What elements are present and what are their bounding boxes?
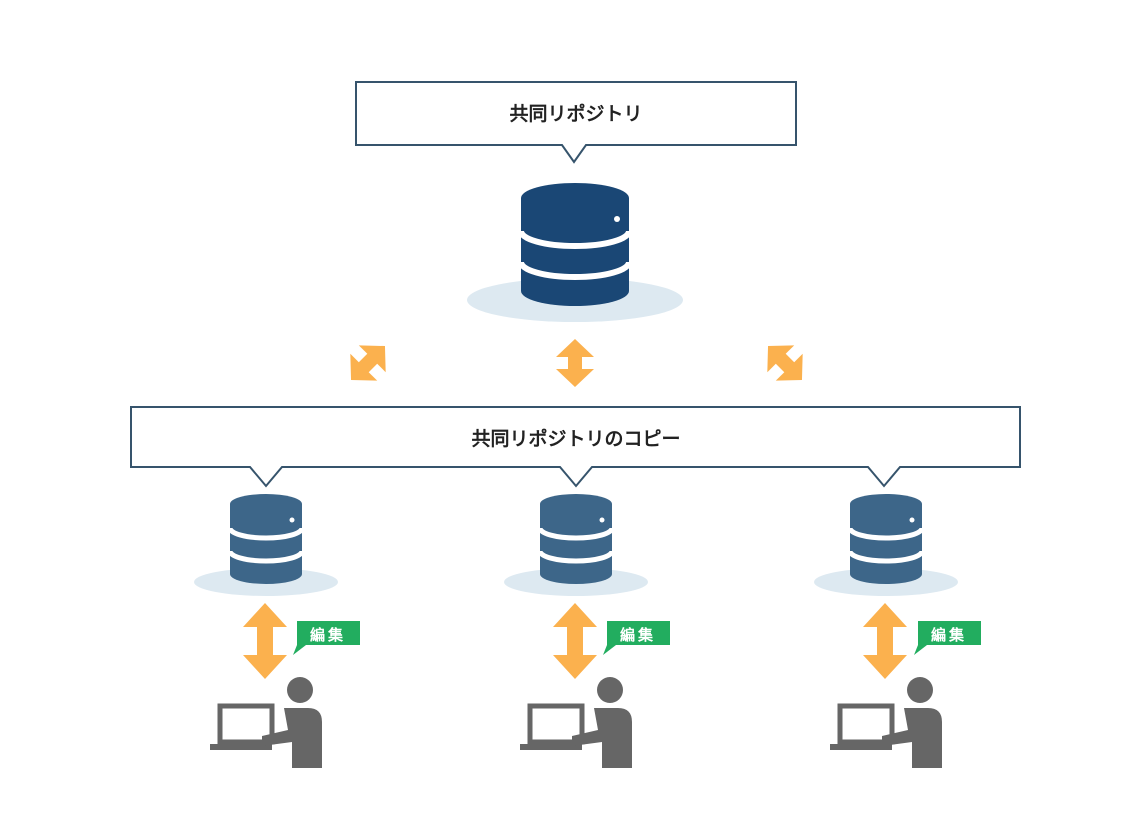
- copy-database-icon: [814, 494, 958, 596]
- svg-text:編集: 編集: [620, 626, 656, 644]
- copy-repository-callout: 共同リポジトリのコピー: [130, 406, 1021, 488]
- main-database-icon: [467, 183, 683, 322]
- user-at-computer-icon: [210, 677, 322, 768]
- edit-arrow-icon: [553, 603, 597, 679]
- copy-repository-label: 共同リポジトリのコピー: [471, 427, 680, 450]
- main-repository-callout: 共同リポジトリ: [355, 81, 797, 164]
- sync-arrow-left-icon: [337, 332, 399, 394]
- user-at-computer-icon: [520, 677, 632, 768]
- copy-database-icon: [194, 494, 338, 596]
- edit-arrow-icon: [243, 603, 287, 679]
- edit-tag: 編集: [603, 621, 670, 655]
- sync-arrow-right-icon: [754, 332, 816, 394]
- edit-arrow-icon: [863, 603, 907, 679]
- copy-database-icon: [504, 494, 648, 596]
- svg-text:編集: 編集: [931, 626, 967, 644]
- main-repository-label: 共同リポジトリ: [509, 102, 642, 125]
- svg-text:編集: 編集: [310, 626, 346, 644]
- edit-tag: 編集: [914, 621, 981, 655]
- edit-tag: 編集: [293, 621, 360, 655]
- repository-diagram: 共同リポジトリ 共同リポジトリのコピー 編集 編集 編集: [130, 81, 1021, 827]
- sync-arrow-center-icon: [556, 339, 594, 387]
- user-at-computer-icon: [830, 677, 942, 768]
